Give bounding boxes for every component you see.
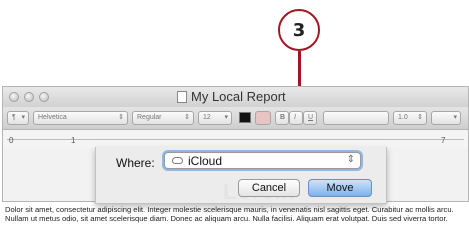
alignment-buttons[interactable] bbox=[323, 111, 389, 125]
cancel-button[interactable]: Cancel bbox=[238, 179, 300, 197]
move-sheet: Where: iCloud ⇕ Lorem Cancel Move bbox=[95, 147, 387, 204]
window-title: My Local Report bbox=[191, 89, 286, 104]
zoom-button[interactable] bbox=[39, 92, 49, 102]
where-value: iCloud bbox=[188, 154, 223, 168]
ruler-mark: 1 bbox=[71, 136, 76, 145]
format-bar: ¶ ▾ Helvetica ⇕ Regular ⇕ 12 ▾ B I U 1.0 ⇕ ▾ bbox=[3, 107, 468, 130]
font-family-popup[interactable]: Helvetica ⇕ bbox=[33, 111, 128, 125]
cloud-icon bbox=[172, 157, 183, 164]
document-icon bbox=[177, 91, 187, 103]
highlight-color-well[interactable] bbox=[255, 111, 271, 125]
where-label: Where: bbox=[116, 156, 155, 170]
bold-button[interactable]: B bbox=[275, 111, 289, 125]
step-callout: 3 bbox=[278, 9, 320, 51]
line-spacing-popup[interactable]: 1.0 ⇕ bbox=[393, 111, 427, 125]
italic-button[interactable]: I bbox=[289, 111, 303, 125]
step-number: 3 bbox=[292, 19, 306, 41]
where-location-popup[interactable]: iCloud ⇕ bbox=[164, 152, 361, 169]
ruler-baseline bbox=[7, 139, 464, 140]
ruler-mark: 7 bbox=[441, 136, 446, 145]
ruler-mark: 0 bbox=[9, 136, 14, 145]
document-body-text[interactable]: Dolor sit amet, consectetur adipiscing e… bbox=[5, 205, 467, 224]
move-button[interactable]: Move bbox=[308, 179, 372, 197]
typeface-popup[interactable]: Regular ⇕ bbox=[132, 111, 194, 125]
title-bar: My Local Report bbox=[3, 87, 468, 108]
paragraph-style-popup[interactable]: ¶ ▾ bbox=[7, 111, 29, 125]
minimize-button[interactable] bbox=[24, 92, 34, 102]
text-color-well[interactable] bbox=[239, 112, 251, 123]
close-button[interactable] bbox=[9, 92, 19, 102]
pages-window: My Local Report ¶ ▾ Helvetica ⇕ Regular ⇕ 1… bbox=[2, 86, 469, 204]
chevron-updown-icon: ⇕ bbox=[346, 154, 355, 165]
underline-button[interactable]: U bbox=[303, 111, 317, 125]
ruler: 0 1 7 bbox=[3, 130, 468, 148]
list-style-popup[interactable]: ▾ bbox=[431, 111, 461, 125]
font-size-field[interactable]: 12 ▾ bbox=[198, 111, 232, 125]
